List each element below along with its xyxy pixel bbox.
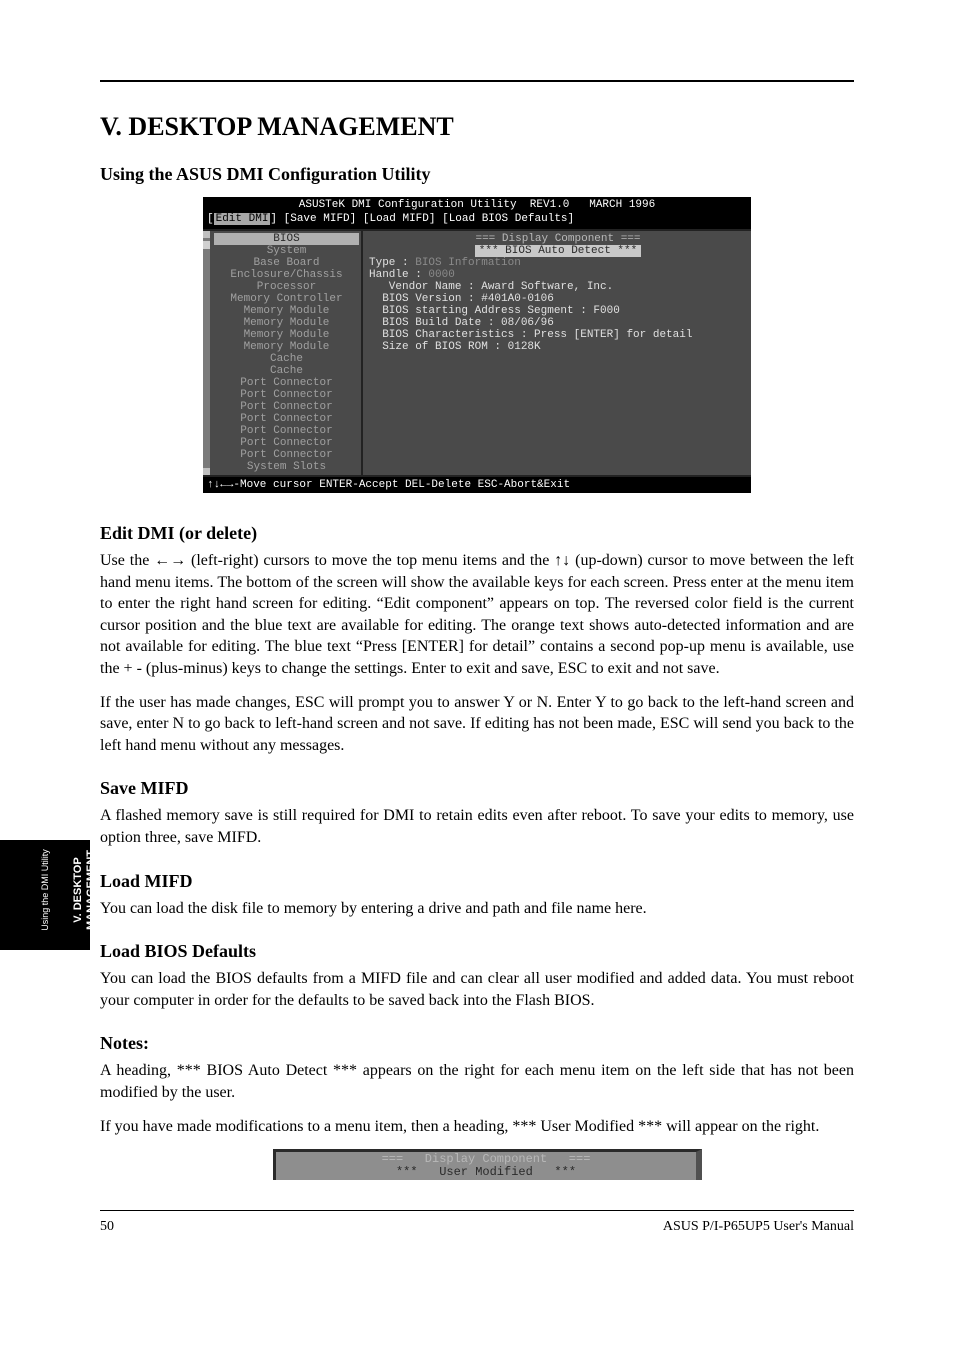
bios-left-column: BIOS System Base Board Enclosure/Chassis… — [203, 231, 363, 475]
bios-title: ASUSTeK DMI Configuration Utility REV1.0… — [203, 197, 751, 213]
save-mifd-p1: A flashed memory save is still required … — [100, 805, 854, 848]
characteristics-line: BIOS Characteristics : Press [ENTER] for… — [369, 329, 747, 341]
vendor-line: Vendor Name : Award Software, Inc. — [369, 281, 747, 293]
item-cache-2: Cache — [212, 365, 361, 377]
rom-size-line: Size of BIOS ROM : 0128K — [369, 341, 747, 353]
item-base-board: Base Board — [212, 257, 361, 269]
item-port-4: Port Connector — [212, 413, 361, 425]
item-memory-module-4: Memory Module — [212, 341, 361, 353]
menu-save-mifd: Save MIFD — [290, 213, 349, 225]
item-memory-module-3: Memory Module — [212, 329, 361, 341]
item-system: System — [212, 245, 361, 257]
item-memory-module-1: Memory Module — [212, 305, 361, 317]
load-mifd-p1: You can load the disk file to memory by … — [100, 898, 854, 920]
item-memory-module-2: Memory Module — [212, 317, 361, 329]
menu-edit-dmi: Edit DMI — [214, 213, 271, 225]
edit-dmi-p1: Use the ←→ (left-right) cursors to move … — [100, 550, 854, 680]
item-port-7: Port Connector — [212, 449, 361, 461]
page-number: 50 — [100, 1219, 114, 1235]
load-mifd-title: Load MIFD — [100, 871, 854, 892]
manual-name: ASUS P/I-P65UP5 User's Manual — [663, 1219, 854, 1235]
item-port-2: Port Connector — [212, 389, 361, 401]
scroll-thumb — [203, 241, 210, 249]
item-enclosure: Enclosure/Chassis — [212, 269, 361, 281]
notes-p1: A heading, *** BIOS Auto Detect *** appe… — [100, 1060, 854, 1103]
type-line: Type : BIOS Information — [369, 257, 747, 269]
side-tab-roman: V. DESKTOP MANAGEMENT — [72, 840, 98, 940]
load-bios-defaults-p1: You can load the BIOS defaults from a MI… — [100, 968, 854, 1011]
item-port-5: Port Connector — [212, 425, 361, 437]
bios-screenshot: ASUSTeK DMI Configuration Utility REV1.0… — [203, 197, 751, 493]
menu-load-mifd: Load MIFD — [369, 213, 428, 225]
scroll-up-arrow — [203, 231, 210, 238]
handle-line: Handle : 0000 — [369, 269, 747, 281]
menu-load-bios-defaults: Load BIOS Defaults — [449, 213, 568, 225]
using-title: Using the ASUS DMI Configuration Utility — [100, 164, 854, 185]
save-mifd-title: Save MIFD — [100, 778, 854, 799]
side-tab: V. DESKTOP MANAGEMENT Using the DMI Util… — [0, 840, 90, 950]
build-date-line: BIOS Build Date : 08/06/96 — [369, 317, 747, 329]
item-port-6: Port Connector — [212, 437, 361, 449]
item-cache-1: Cache — [212, 353, 361, 365]
auto-detect-header: *** BIOS Auto Detect *** — [369, 245, 747, 257]
item-bios: BIOS — [214, 233, 359, 245]
item-system-slots: System Slots — [212, 461, 361, 473]
edit-dmi-title: Edit DMI (or delete) — [100, 523, 854, 544]
item-port-1: Port Connector — [212, 377, 361, 389]
bios-footer: ↑↓←→-Move cursor ENTER-Accept DEL-Delete… — [203, 475, 751, 493]
item-memory-controller: Memory Controller — [212, 293, 361, 305]
version-line: BIOS Version : #401A0-0106 — [369, 293, 747, 305]
item-processor: Processor — [212, 281, 361, 293]
notes-title: Notes: — [100, 1033, 854, 1054]
bios-menu: [Edit DMI] [Save MIFD] [Load MIFD] [Load… — [203, 213, 751, 229]
display-component-header: === Display Component === — [369, 233, 747, 245]
side-tab-sub: Using the DMI Utility — [40, 840, 51, 940]
item-port-3: Port Connector — [212, 401, 361, 413]
load-bios-defaults-title: Load BIOS Defaults — [100, 941, 854, 962]
section-title: V. DESKTOP MANAGEMENT — [100, 112, 854, 142]
scroll-down-arrow — [203, 468, 210, 475]
segment-line: BIOS starting Address Segment : F000 — [369, 305, 747, 317]
bios-scrollbar — [203, 231, 210, 475]
bios-right-column: === Display Component === *** BIOS Auto … — [363, 231, 751, 475]
notes-p2: If you have made modifications to a menu… — [100, 1116, 854, 1138]
edit-dmi-p2: If the user has made changes, ESC will p… — [100, 692, 854, 757]
user-modified-snippet: === Display Component === *** User Modif… — [273, 1149, 702, 1180]
